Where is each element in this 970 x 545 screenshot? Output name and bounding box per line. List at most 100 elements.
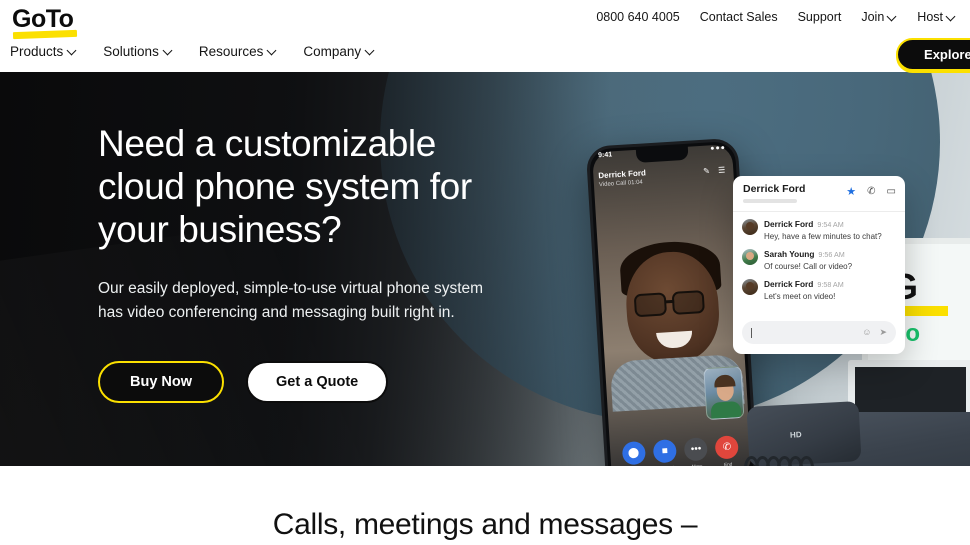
chat-message-timestamp: 9:58 AM [817, 280, 844, 289]
chat-message-sender: Derrick Ford [764, 219, 814, 229]
chat-message-input[interactable]: ☺ ➤ [742, 321, 896, 344]
explore-products-button[interactable]: Explore P [896, 38, 970, 71]
end-call-icon: ✆ [714, 435, 740, 460]
avatar [742, 219, 758, 235]
utility-item-phone[interactable]: 0800 640 4005 [596, 10, 679, 24]
utility-label: Support [797, 10, 842, 24]
goto-logo[interactable]: GoTo [12, 6, 82, 40]
utility-item-contact-sales[interactable]: Contact Sales [700, 10, 778, 24]
utility-label: Join [861, 10, 885, 24]
chat-input-actions: ☺ ➤ [862, 327, 887, 338]
buy-now-button[interactable]: Buy Now [98, 361, 225, 403]
nav-item-products[interactable]: Products [10, 44, 77, 59]
microphone-icon: ⬤ [621, 440, 646, 466]
hero-cta-group: Buy Now Get a Quote [98, 361, 518, 403]
chat-message-meta: Sarah Young 9:56 AM [764, 249, 896, 259]
chat-message-body: Derrick Ford 9:58 AM Let's meet on video… [764, 279, 896, 302]
chat-message-sender: Sarah Young [764, 249, 815, 259]
chat-message: Derrick Ford 9:58 AM Let's meet on video… [742, 279, 896, 302]
chat-message-timestamp: 9:56 AM [818, 250, 845, 259]
more-control[interactable]: ••• More [683, 437, 709, 466]
self-view-hair [713, 374, 736, 388]
section-heading: Calls, meetings and messages – [272, 508, 698, 541]
more-control-label: More [692, 463, 703, 466]
chat-message-list: Derrick Ford 9:54 AM Hey, have a few min… [733, 212, 905, 302]
chat-message: Sarah Young 9:56 AM Of course! Call or v… [742, 249, 896, 272]
chevron-down-icon [268, 47, 277, 56]
chat-message-meta: Derrick Ford 9:54 AM [764, 219, 896, 229]
nav-item-solutions[interactable]: Solutions [103, 44, 173, 59]
desk-phone-cord [744, 456, 840, 466]
chat-message-text: Hey, have a few minutes to chat? [764, 232, 882, 241]
video-call-icon[interactable]: ▭ [887, 186, 896, 197]
chevron-down-icon [164, 47, 173, 56]
hero-copy-block: Need a customizable cloud phone system f… [98, 122, 518, 403]
camera-control[interactable]: ■ Camera On [652, 439, 678, 466]
get-a-quote-button[interactable]: Get a Quote [246, 361, 389, 403]
end-call-label: End [723, 461, 733, 466]
chevron-down-icon [366, 47, 375, 56]
glasses-bridge [665, 299, 675, 303]
nav-item-company[interactable]: Company [303, 44, 375, 59]
chat-message-text: Of course! Call or video? [764, 262, 853, 271]
avatar [742, 279, 758, 295]
self-view-thumbnail[interactable] [703, 365, 745, 421]
site-header: GoTo 0800 640 4005 Contact Sales Support… [0, 0, 970, 72]
desk-phone-mockup: 1 4 7 ★ HD [744, 360, 970, 466]
hero-paragraph: Our easily deployed, simple-to-use virtu… [98, 280, 484, 321]
camera-icon: ■ [652, 439, 678, 464]
status-bar-time: 9:41 [597, 151, 613, 160]
page-root: GoTo 0800 640 4005 Contact Sales Support… [0, 0, 970, 545]
hero-heading: Need a customizable cloud phone system f… [98, 123, 472, 250]
send-icon[interactable]: ➤ [879, 327, 887, 338]
end-call-control[interactable]: ✆ End [714, 435, 740, 466]
more-options-icon: ••• [683, 437, 709, 462]
utility-item-support[interactable]: Support [798, 10, 842, 24]
utility-item-host[interactable]: Host [917, 10, 956, 24]
chat-subtitle-placeholder [743, 199, 797, 203]
hd-badge-label: HD [789, 430, 802, 440]
chat-message-body: Sarah Young 9:56 AM Of course! Call or v… [764, 249, 896, 272]
nav-label: Products [10, 44, 64, 59]
chat-message-sender: Derrick Ford [764, 279, 814, 289]
nav-label: Resources [198, 44, 264, 59]
chat-header: Derrick Ford ★ ✆ ▭ [733, 176, 905, 212]
chevron-down-icon [947, 13, 956, 22]
text-cursor [751, 327, 752, 338]
chevron-down-icon [68, 47, 77, 56]
hero-banner: Need a customizable cloud phone system f… [0, 72, 970, 466]
mic-control[interactable]: ⬤ Mic On [621, 440, 646, 466]
chat-header-actions: ★ ✆ ▭ [846, 185, 896, 198]
utility-label: Contact Sales [699, 10, 778, 24]
chat-message: Derrick Ford 9:54 AM Hey, have a few min… [742, 219, 896, 242]
status-bar-icons: ●●● [710, 144, 727, 153]
logo-text: GoTo [12, 5, 74, 33]
chat-message-meta: Derrick Ford 9:58 AM [764, 279, 896, 289]
below-hero-section: Calls, meetings and messages – [0, 466, 970, 545]
glasses-left-lens-icon [633, 292, 668, 318]
nav-label: Company [303, 44, 362, 59]
chat-message-timestamp: 9:54 AM [817, 220, 844, 229]
nav-item-resources[interactable]: Resources [199, 44, 278, 59]
logo-underline-accent [12, 29, 78, 40]
chevron-down-icon [888, 13, 897, 22]
utility-nav: 0800 640 4005 Contact Sales Support Join… [596, 10, 956, 24]
camera-control-label: Camera On [654, 465, 678, 466]
phone-call-icon[interactable]: ✆ [867, 186, 875, 197]
nav-label: Solutions [103, 44, 159, 59]
call-header-icons: ✎ ☰ [702, 165, 729, 176]
glasses-right-lens-icon [671, 290, 705, 315]
chat-message-text: Let's meet on video! [764, 292, 836, 301]
utility-item-join[interactable]: Join [861, 10, 897, 24]
utility-label: 0800 640 4005 [596, 10, 680, 24]
star-icon[interactable]: ★ [846, 185, 856, 198]
phone-call-header: Derrick Ford Video Call 01:04 [598, 168, 647, 188]
avatar [742, 249, 758, 265]
self-view-body [710, 400, 742, 419]
emoji-icon[interactable]: ☺ [862, 327, 871, 338]
chat-widget: Derrick Ford ★ ✆ ▭ Derrick Ford 9:54 AM [733, 176, 905, 354]
main-nav: Products Solutions Resources Company [10, 44, 375, 59]
utility-label: Host [917, 10, 943, 24]
call-participant-name: Derrick Ford [598, 168, 647, 181]
chat-message-body: Derrick Ford 9:54 AM Hey, have a few min… [764, 219, 896, 242]
